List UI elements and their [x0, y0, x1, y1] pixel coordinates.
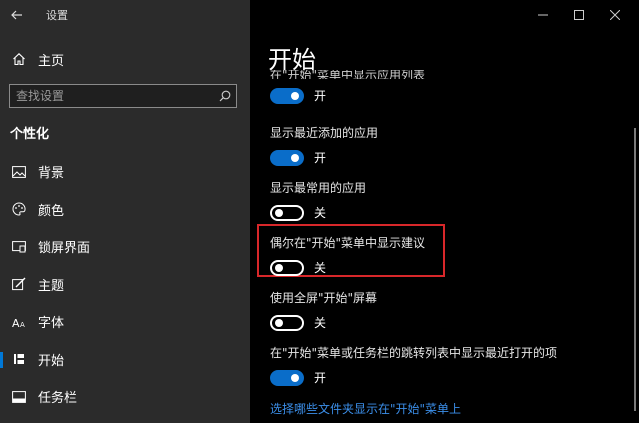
- toggle-state-label: 关: [314, 206, 327, 220]
- toggle-state-label: 开: [314, 371, 327, 385]
- sidebar-item-taskbar[interactable]: 任务栏: [0, 378, 250, 416]
- sidebar-item-label: 颜色: [38, 203, 65, 219]
- setting-label: 使用全屏"开始"屏幕: [270, 291, 378, 305]
- search-box: [9, 84, 237, 108]
- setting-label-show-app-list: 在"开始"菜单中显示应用列表: [270, 70, 426, 79]
- sidebar: 设置 主页 个性化: [0, 0, 250, 423]
- setting-label: 偶尔在"开始"菜单中显示建议: [270, 236, 426, 250]
- toggle-state-label: 关: [314, 316, 327, 330]
- titlebar: 设置: [0, 0, 250, 30]
- setting-show-recently-added: 显示最近添加的应用 开: [270, 124, 378, 166]
- home-icon: [11, 51, 27, 67]
- maximize-icon: [574, 10, 584, 20]
- toggle-switch[interactable]: [270, 204, 304, 221]
- sidebar-item-label: 主题: [38, 278, 65, 294]
- setting-label: 显示最近添加的应用: [270, 126, 379, 140]
- sidebar-item-label: 任务栏: [38, 391, 78, 407]
- close-icon: [610, 10, 620, 20]
- sidebar-item-themes[interactable]: 主题: [0, 266, 250, 304]
- sidebar-item-colors[interactable]: 颜色: [0, 191, 250, 229]
- minimize-icon: [538, 14, 548, 16]
- sidebar-item-label: 背景: [38, 166, 65, 182]
- content-pane: 开始 在"开始"菜单中显示应用列表 开 显示最近添加的应用 开 显示最常用的应用…: [250, 0, 639, 423]
- search-icon[interactable]: [214, 90, 236, 102]
- sidebar-item-label: 开始: [38, 353, 65, 369]
- toggle-knob: [275, 208, 283, 217]
- start-icon: [11, 351, 27, 367]
- setting-use-fullscreen-start: 使用全屏"开始"屏幕 关: [270, 289, 377, 331]
- lock-screen-icon: [11, 239, 27, 255]
- sidebar-item-start[interactable]: 开始: [0, 341, 250, 379]
- svg-text:A: A: [20, 321, 25, 328]
- setting-show-recent-items: 在"开始"菜单或任务栏的跳转列表中显示最近打开的项 开: [270, 344, 557, 386]
- toggle-switch[interactable]: [270, 259, 304, 276]
- section-title: 个性化: [10, 127, 50, 142]
- sidebar-item-background[interactable]: 背景: [0, 153, 250, 191]
- back-arrow-icon: [11, 10, 22, 20]
- toggle-knob: [291, 91, 299, 100]
- toggle-state-label: 开: [314, 89, 327, 103]
- toggle-state-label: 开: [314, 151, 327, 165]
- maximize-button[interactable]: [561, 4, 597, 26]
- toggle-switch[interactable]: [270, 369, 304, 386]
- toggle-knob: [275, 318, 283, 327]
- search-input[interactable]: [10, 85, 214, 107]
- toggle-knob: [291, 373, 299, 382]
- back-button[interactable]: [0, 0, 34, 30]
- choose-folders-link[interactable]: 选择哪些文件夹显示在"开始"菜单上: [270, 400, 461, 417]
- picture-icon: [11, 164, 27, 180]
- toggle-switch[interactable]: [270, 87, 304, 104]
- sidebar-item-label: 锁屏界面: [38, 241, 91, 257]
- setting-label: 在"开始"菜单或任务栏的跳转列表中显示最近打开的项: [270, 346, 558, 360]
- toggle-state-label: 关: [314, 261, 327, 275]
- settings-window: 设置 主页 个性化: [0, 0, 639, 423]
- svg-text:A: A: [12, 317, 20, 328]
- theme-brush-icon: [11, 276, 27, 292]
- scrollbar[interactable]: [634, 128, 636, 411]
- setting-show-most-used: 显示最常用的应用 关: [270, 179, 366, 221]
- toggle-knob: [291, 153, 299, 162]
- toggle-knob: [275, 263, 283, 272]
- palette-icon: [11, 201, 27, 217]
- setting-show-suggestions: 偶尔在"开始"菜单中显示建议 关: [270, 234, 425, 276]
- home-label: 主页: [38, 53, 65, 69]
- taskbar-icon: [11, 389, 27, 405]
- app-title: 设置: [46, 9, 68, 22]
- window-controls: [525, 4, 633, 26]
- sidebar-nav: 背景 颜色 锁屏界面 主题 A A 字体 开始 任务栏: [0, 153, 250, 416]
- close-button[interactable]: [597, 4, 633, 26]
- sidebar-item-fonts[interactable]: A A 字体: [0, 303, 250, 341]
- sidebar-item-home[interactable]: 主页: [0, 46, 250, 72]
- minimize-button[interactable]: [525, 4, 561, 26]
- sidebar-item-label: 字体: [38, 316, 65, 332]
- toggle-switch[interactable]: [270, 314, 304, 331]
- setting-show-app-list: 开: [270, 79, 326, 104]
- setting-label: 显示最常用的应用: [270, 181, 367, 195]
- font-icon: A A: [11, 314, 27, 330]
- sidebar-item-lock-screen[interactable]: 锁屏界面: [0, 228, 250, 266]
- toggle-switch[interactable]: [270, 149, 304, 166]
